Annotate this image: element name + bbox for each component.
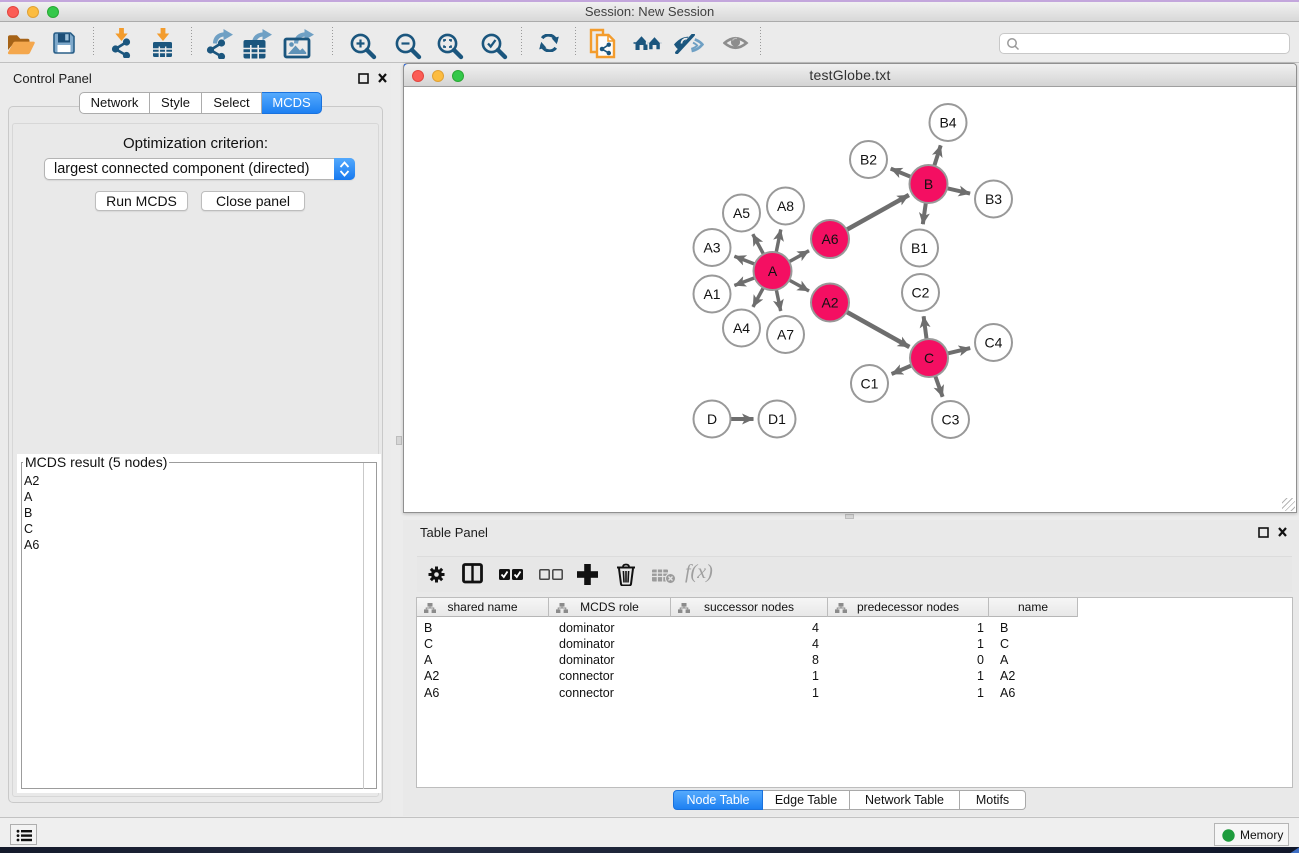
svg-text:A: A	[768, 263, 778, 279]
svg-text:B4: B4	[939, 114, 956, 130]
svg-text:A3: A3	[703, 239, 720, 255]
svg-text:A7: A7	[777, 326, 794, 342]
svg-text:A4: A4	[733, 320, 750, 336]
svg-text:A8: A8	[777, 198, 794, 214]
svg-text:A1: A1	[703, 286, 720, 302]
svg-text:B1: B1	[911, 240, 928, 256]
svg-text:C3: C3	[942, 411, 960, 427]
svg-text:B: B	[924, 176, 933, 192]
svg-text:D1: D1	[768, 411, 786, 427]
svg-text:B2: B2	[860, 151, 877, 167]
svg-text:B3: B3	[985, 191, 1002, 207]
svg-text:A2: A2	[821, 294, 838, 310]
svg-text:A6: A6	[821, 231, 838, 247]
svg-text:C: C	[924, 350, 934, 366]
svg-text:D: D	[707, 411, 717, 427]
svg-text:C2: C2	[912, 284, 930, 300]
svg-text:C1: C1	[861, 375, 879, 391]
svg-text:C4: C4	[985, 334, 1003, 350]
svg-text:A5: A5	[733, 205, 750, 221]
